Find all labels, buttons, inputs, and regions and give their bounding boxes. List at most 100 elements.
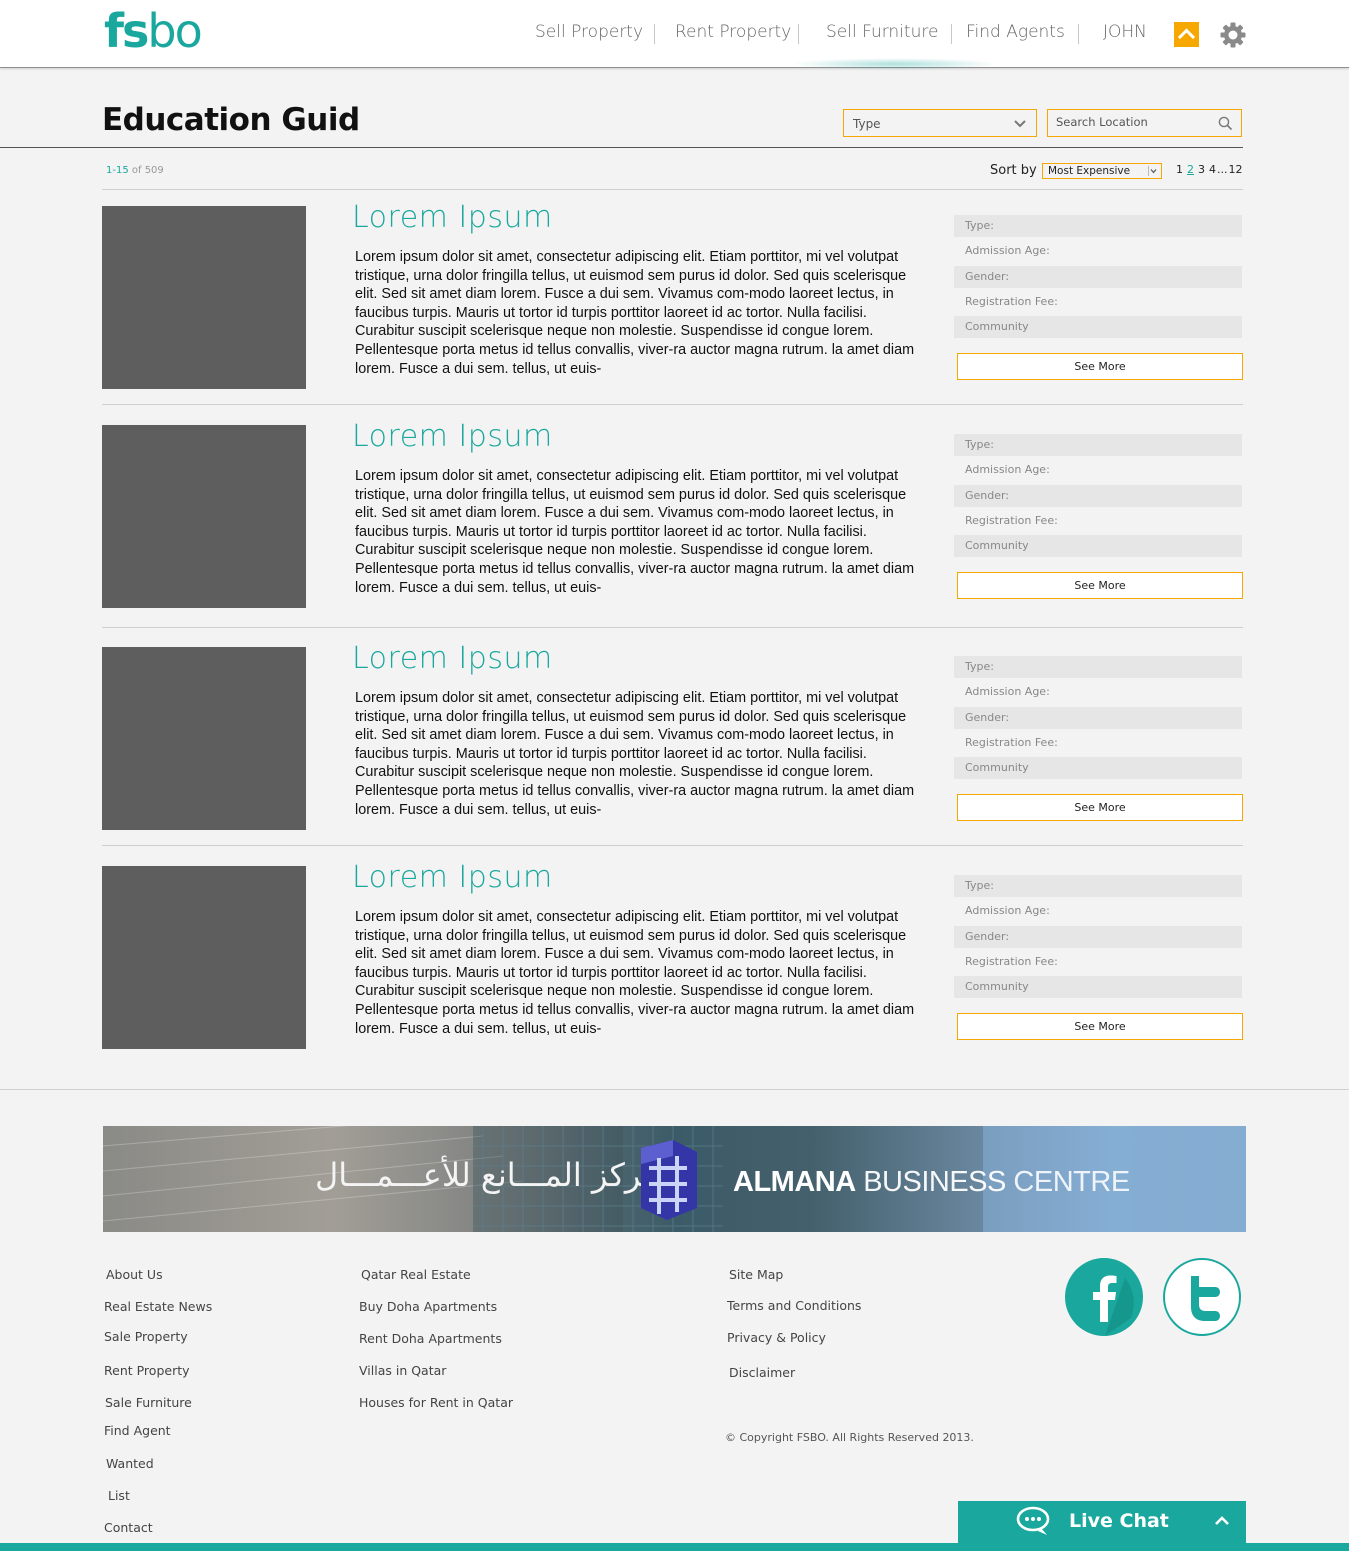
nav-find-agents[interactable]: Find Agents — [966, 22, 1065, 42]
footer-link-real-estate-news[interactable]: Real Estate News — [104, 1299, 212, 1314]
fsbo-logo[interactable]: fsbo — [104, 6, 203, 56]
see-more-button[interactable]: See More — [957, 794, 1243, 821]
footer-link-about-us[interactable]: About Us — [106, 1267, 163, 1282]
see-more-button[interactable]: See More — [957, 353, 1243, 380]
arrow-up-icon — [1177, 28, 1196, 40]
listing-title[interactable]: Lorem Ipsum — [352, 641, 553, 676]
attr-admission-age: Admission Age: — [965, 685, 1050, 698]
nav-divider — [798, 24, 799, 44]
footer-link-rent-property[interactable]: Rent Property — [104, 1363, 190, 1378]
footer-link-site-map[interactable]: Site Map — [729, 1267, 783, 1282]
nav-rent-property[interactable]: Rent Property — [675, 22, 791, 42]
attr-gender: Gender: — [954, 926, 1242, 948]
attr-registration-fee: Registration Fee: — [965, 736, 1058, 749]
footer-link-sale-furniture[interactable]: Sale Furniture — [105, 1395, 192, 1410]
listing-card: Lorem Ipsum Lorem ipsum dolor sit amet, … — [0, 641, 1349, 867]
listing-title[interactable]: Lorem Ipsum — [352, 860, 553, 895]
almana-logo-icon — [641, 1140, 697, 1220]
footer-link-sale-property[interactable]: Sale Property — [104, 1329, 188, 1344]
see-more-button[interactable]: See More — [957, 572, 1243, 599]
sort-dropdown[interactable]: Most Expensive — [1042, 163, 1162, 179]
footer-link-qatar-real-estate[interactable]: Qatar Real Estate — [361, 1267, 471, 1282]
row-divider — [102, 845, 1243, 846]
nav-glow — [790, 58, 1000, 70]
listing-thumbnail[interactable] — [102, 206, 306, 389]
attr-registration-fee: Registration Fee: — [965, 514, 1058, 527]
footer-link-villas-in-qatar[interactable]: Villas in Qatar — [359, 1363, 446, 1378]
title-divider — [0, 147, 1243, 148]
row-divider — [102, 404, 1243, 405]
attr-type: Type: — [954, 434, 1242, 456]
twitter-button[interactable] — [1163, 1258, 1241, 1336]
footer-link-buy-doha-apartments[interactable]: Buy Doha Apartments — [359, 1299, 497, 1314]
attr-community: Community — [954, 976, 1242, 998]
listing-description: Lorem ipsum dolor sit amet, consectetur … — [355, 909, 915, 1037]
facebook-icon — [1093, 1275, 1134, 1336]
nav-user-john[interactable]: JOHN — [1103, 22, 1147, 42]
attr-community: Community — [954, 535, 1242, 557]
page-link[interactable]: 4 — [1209, 163, 1216, 176]
live-chat-label: Live Chat — [1069, 1510, 1169, 1532]
footer-link-privacy[interactable]: Privacy & Policy — [727, 1330, 826, 1345]
listing-card: Lorem Ipsum Lorem ipsum dolor sit amet, … — [0, 200, 1349, 426]
chevron-up-icon[interactable] — [1214, 1515, 1230, 1527]
twitter-icon — [1191, 1276, 1220, 1321]
listing-description: Lorem ipsum dolor sit amet, consectetur … — [355, 249, 915, 377]
listing-description: Lorem ipsum dolor sit amet, consectetur … — [355, 468, 915, 596]
gear-icon[interactable] — [1219, 21, 1247, 49]
chevron-down-icon — [1014, 120, 1026, 128]
listing-card: Lorem Ipsum Lorem ipsum dolor sit amet, … — [0, 419, 1349, 645]
attr-gender: Gender: — [954, 707, 1242, 729]
live-chat-widget[interactable]: Live Chat — [958, 1501, 1246, 1543]
search-location-input[interactable] — [1056, 115, 1206, 129]
attr-type: Type: — [954, 656, 1242, 678]
nav-sell-furniture[interactable]: Sell Furniture — [826, 22, 938, 42]
content-divider — [0, 1089, 1349, 1090]
search-icon[interactable] — [1218, 116, 1233, 131]
footer-link-contact[interactable]: Contact — [104, 1520, 153, 1535]
attr-registration-fee: Registration Fee: — [965, 955, 1058, 968]
type-dropdown[interactable]: Type — [843, 109, 1037, 137]
footer-link-list[interactable]: List — [108, 1488, 130, 1503]
attr-gender: Gender: — [954, 266, 1242, 288]
page-link[interactable]: 3 — [1198, 163, 1205, 176]
listing-description: Lorem ipsum dolor sit amet, consectetur … — [355, 690, 915, 818]
scroll-top-button[interactable] — [1174, 22, 1199, 47]
page-link-active[interactable]: 2 — [1187, 163, 1194, 176]
type-dropdown-label: Type — [853, 117, 881, 131]
attr-community: Community — [954, 757, 1242, 779]
nav-divider — [1078, 24, 1079, 44]
almana-ad-banner[interactable]: مـــركز المـــانع للأعـــمـــال ALMANA B… — [103, 1126, 1246, 1232]
nav-sell-property[interactable]: Sell Property — [535, 22, 643, 42]
pagination: 1 2 3 4...12 — [1176, 163, 1247, 176]
listing-card: Lorem Ipsum Lorem ipsum dolor sit amet, … — [0, 860, 1349, 1086]
attr-type: Type: — [954, 215, 1242, 237]
listing-title[interactable]: Lorem Ipsum — [352, 419, 553, 454]
footer-link-disclaimer[interactable]: Disclaimer — [729, 1365, 795, 1380]
footer-link-wanted[interactable]: Wanted — [106, 1456, 154, 1471]
page-link[interactable]: 1 — [1176, 163, 1183, 176]
footer-link-houses-for-rent[interactable]: Houses for Rent in Qatar — [359, 1395, 513, 1410]
sort-dropdown-value: Most Expensive — [1048, 165, 1131, 177]
nav-divider — [951, 24, 952, 44]
row-divider — [102, 627, 1243, 628]
chevron-down-icon — [1148, 166, 1157, 176]
attr-gender: Gender: — [954, 485, 1242, 507]
listing-thumbnail[interactable] — [102, 866, 306, 1049]
see-more-button[interactable]: See More — [957, 1013, 1243, 1040]
footer-link-find-agent[interactable]: Find Agent — [104, 1423, 171, 1438]
attr-registration-fee: Registration Fee: — [965, 295, 1058, 308]
page-ellipsis: ... — [1217, 163, 1228, 176]
facebook-button[interactable] — [1065, 1258, 1143, 1336]
page-link[interactable]: 12 — [1229, 163, 1243, 176]
footer-accent-bar — [0, 1543, 1349, 1551]
footer-link-rent-doha-apartments[interactable]: Rent Doha Apartments — [359, 1331, 502, 1346]
banner-english-text: ALMANA BUSINESS CENTRE — [733, 1166, 1130, 1198]
listing-title[interactable]: Lorem Ipsum — [352, 200, 553, 235]
listing-thumbnail[interactable] — [102, 425, 306, 608]
listing-thumbnail[interactable] — [102, 647, 306, 830]
copyright-text: © Copyright FSBO. All Rights Reserved 20… — [725, 1431, 974, 1444]
footer-link-terms[interactable]: Terms and Conditions — [727, 1298, 861, 1313]
result-count: 1-15 of 509 — [106, 165, 164, 176]
search-location-box — [1047, 109, 1242, 137]
